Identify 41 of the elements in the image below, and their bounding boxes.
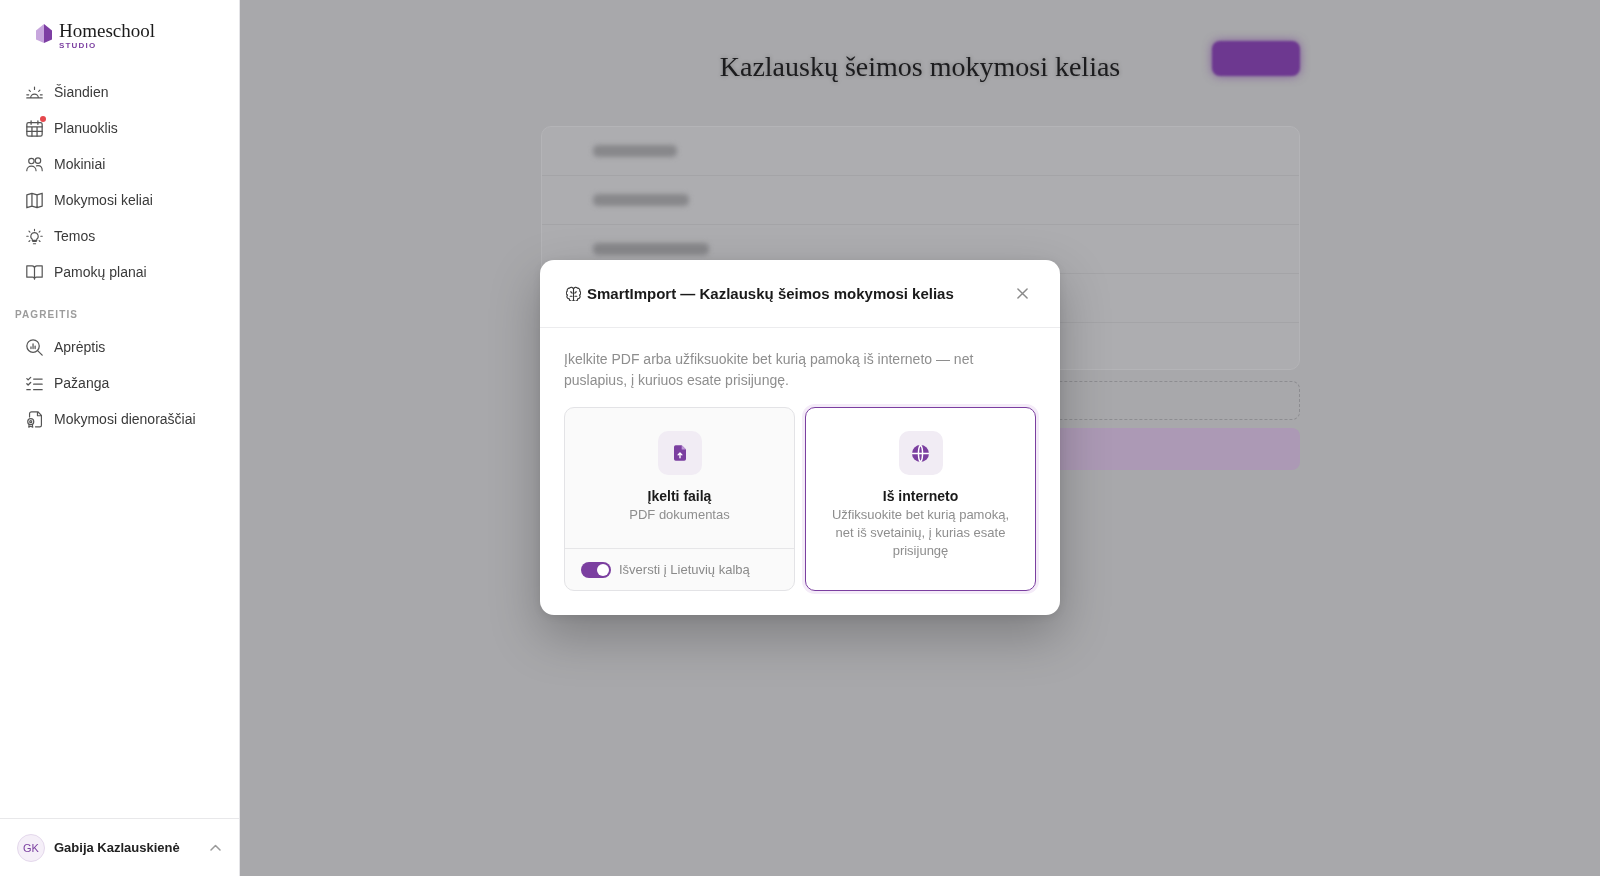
nav-item[interactable]: Mokiniai — [16, 146, 223, 182]
user-avatar: GK — [17, 833, 45, 862]
nav-item[interactable]: Šiandien — [16, 74, 223, 110]
import-option-card[interactable]: Įkelti failą PDF dokumentas Išversti į Lietuvių kalbą — [564, 407, 795, 591]
nav-item[interactable]: Pamokų planai — [16, 254, 223, 290]
map-icon — [25, 191, 43, 209]
nav-item[interactable]: Mokymosi keliai — [16, 182, 223, 218]
document-badge-icon — [25, 410, 43, 428]
action-button[interactable] — [1211, 41, 1300, 76]
logo-tagline: STUDIO — [59, 41, 98, 50]
book-icon — [25, 263, 43, 281]
dialog-title: SmartImport — Kazlauskų šeimos mokymosi kelias — [587, 285, 955, 302]
nav-item[interactable]: Mokymosi dienoraščiai — [16, 401, 223, 437]
file-upload-icon — [657, 431, 702, 475]
user-name: Gabija Kazlauskienė — [54, 840, 181, 855]
lightbulb-icon — [25, 227, 43, 245]
nav-item[interactable]: Aprėptis — [16, 329, 223, 365]
nav-item[interactable]: Planuoklis — [16, 110, 223, 146]
option-subtitle: PDF dokumentas — [629, 506, 730, 524]
search-chart-icon — [25, 338, 43, 356]
brain-icon — [566, 286, 581, 301]
logo-name: Homeschool — [59, 21, 156, 41]
toggle-label: Išversti į Lietuvių kalbą — [619, 562, 750, 577]
logo-icon — [36, 24, 52, 43]
page-title: Kazlauskų šeimos mokymosi kelias — [719, 50, 1121, 84]
nav-item[interactable]: Temos — [16, 218, 223, 254]
chevron-up-icon[interactable] — [210, 844, 221, 851]
toggle-switch[interactable] — [581, 561, 611, 578]
people-icon — [25, 155, 43, 173]
calendar-icon — [25, 119, 43, 137]
sunrise-icon — [25, 83, 43, 101]
checklist-icon — [25, 374, 43, 392]
option-title: Iš interneto — [882, 487, 959, 505]
globe-icon — [898, 431, 943, 475]
dialog-description: Įkelkite PDF arba užfiksuokite bet kurią pamoką iš interneto — net puslapius, į kuriuos esate prisijungę. — [564, 350, 975, 390]
nav-item[interactable]: Pažanga — [16, 365, 223, 401]
option-title: Įkelti failą — [647, 487, 712, 505]
close-icon — [1016, 288, 1028, 299]
option-subtitle: Užfiksuokite bet kurią pamoką, net iš svetainių, į kurias esate prisijungę — [831, 506, 1010, 560]
import-option-card[interactable]: Iš interneto Užfiksuokite bet kurią pamoką, net iš svetainių, į kurias esate prisijungę — [805, 407, 1036, 591]
section-heading: PAGREITIS — [14, 308, 80, 322]
